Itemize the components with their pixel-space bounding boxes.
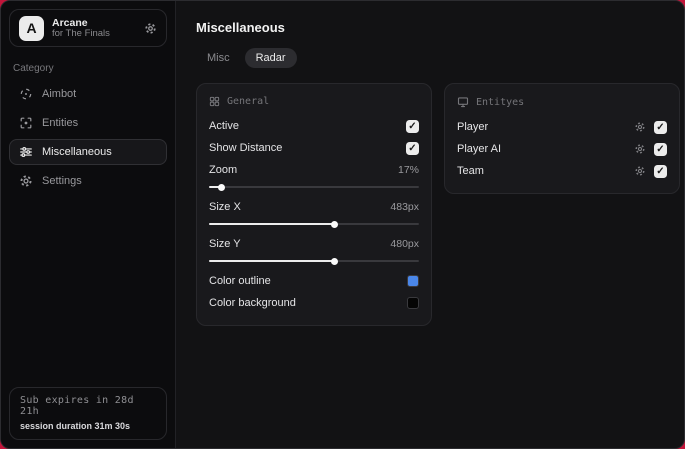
category-label: Category	[13, 63, 54, 74]
brand-title: Arcane	[52, 16, 88, 29]
subscription-card: Sub expires in 28d 21h session duration …	[9, 387, 167, 440]
entities-panel: Entityes Player ✓ Player AI ✓ Team ✓	[444, 83, 680, 194]
grid-icon	[209, 96, 220, 107]
sidebar-item-entities[interactable]: Entities	[9, 110, 167, 136]
gear-icon[interactable]	[634, 121, 646, 133]
sliders-icon	[19, 145, 33, 159]
session-duration-text: session duration 31m 30s	[20, 421, 131, 431]
sidebar: A Arcane for The Finals Category Aimbot	[1, 1, 176, 448]
general-panel-title: General	[227, 96, 270, 107]
general-panel: General Active ✓ Show Distance ✓ Zoom 17…	[196, 83, 432, 326]
gear-icon[interactable]	[634, 165, 646, 177]
monitor-icon	[457, 96, 469, 108]
size-x-slider-thumb[interactable]	[209, 220, 338, 228]
entity-row-player-ai: Player AI ✓	[457, 138, 667, 160]
active-checkbox[interactable]: ✓	[406, 119, 419, 133]
zoom-slider[interactable]	[209, 183, 419, 191]
color-outline-swatch[interactable]	[407, 275, 419, 287]
setting-row-color-outline: Color outline	[209, 270, 419, 292]
size-x-slider[interactable]	[209, 220, 419, 228]
zoom-slider-thumb[interactable]	[209, 183, 225, 191]
sidebar-item-label: Settings	[42, 175, 82, 187]
main-content: Miscellaneous Misc Radar General Active …	[176, 1, 684, 448]
gear-icon[interactable]	[144, 22, 157, 35]
tab-bar: Misc Radar	[196, 48, 680, 68]
sidebar-nav: Aimbot Entities Miscellaneous Settings	[9, 81, 167, 194]
gear-icon[interactable]	[634, 143, 646, 155]
size-y-slider[interactable]	[209, 257, 419, 265]
gear-icon	[19, 174, 33, 188]
color-background-swatch[interactable]	[407, 297, 419, 309]
page-title: Miscellaneous	[196, 20, 285, 35]
entity-row-player: Player ✓	[457, 116, 667, 138]
setting-row-size-y: Size Y 480px	[209, 238, 419, 250]
sub-expires-text: Sub expires in 28d 21h	[20, 395, 134, 417]
zoom-value: 17%	[397, 164, 419, 176]
brand-card: A Arcane for The Finals	[9, 9, 167, 47]
brand-subtitle: for The Finals	[52, 27, 110, 39]
app-window: A Arcane for The Finals Category Aimbot	[0, 0, 685, 449]
sidebar-item-miscellaneous[interactable]: Miscellaneous	[9, 139, 167, 165]
size-x-value: 483px	[390, 201, 419, 213]
sidebar-footer: Sub expires in 28d 21h session duration …	[9, 387, 167, 440]
entity-row-team: Team ✓	[457, 160, 667, 182]
sidebar-item-settings[interactable]: Settings	[9, 168, 167, 194]
player-ai-checkbox[interactable]: ✓	[654, 142, 667, 156]
setting-row-zoom: Zoom 17%	[209, 164, 419, 176]
setting-row-active: Active ✓	[209, 115, 419, 137]
player-checkbox[interactable]: ✓	[654, 120, 667, 134]
entities-icon	[19, 116, 33, 130]
sidebar-item-label: Miscellaneous	[42, 146, 112, 158]
avatar: A	[19, 15, 44, 41]
sidebar-item-label: Entities	[42, 117, 79, 129]
team-checkbox[interactable]: ✓	[654, 164, 667, 178]
size-y-slider-thumb[interactable]	[209, 257, 338, 265]
crosshair-icon	[19, 87, 33, 101]
panels: General Active ✓ Show Distance ✓ Zoom 17…	[196, 83, 680, 326]
show-distance-checkbox[interactable]: ✓	[406, 141, 419, 155]
size-y-value: 480px	[390, 238, 419, 250]
tab-misc[interactable]: Misc	[196, 48, 241, 68]
setting-row-color-background: Color background	[209, 292, 419, 314]
tab-radar[interactable]: Radar	[244, 48, 297, 68]
sidebar-item-label: Aimbot	[42, 88, 77, 100]
sidebar-item-aimbot[interactable]: Aimbot	[9, 81, 167, 107]
entities-panel-title: Entityes	[476, 96, 525, 108]
setting-row-show-distance: Show Distance ✓	[209, 137, 419, 159]
setting-row-size-x: Size X 483px	[209, 201, 419, 213]
